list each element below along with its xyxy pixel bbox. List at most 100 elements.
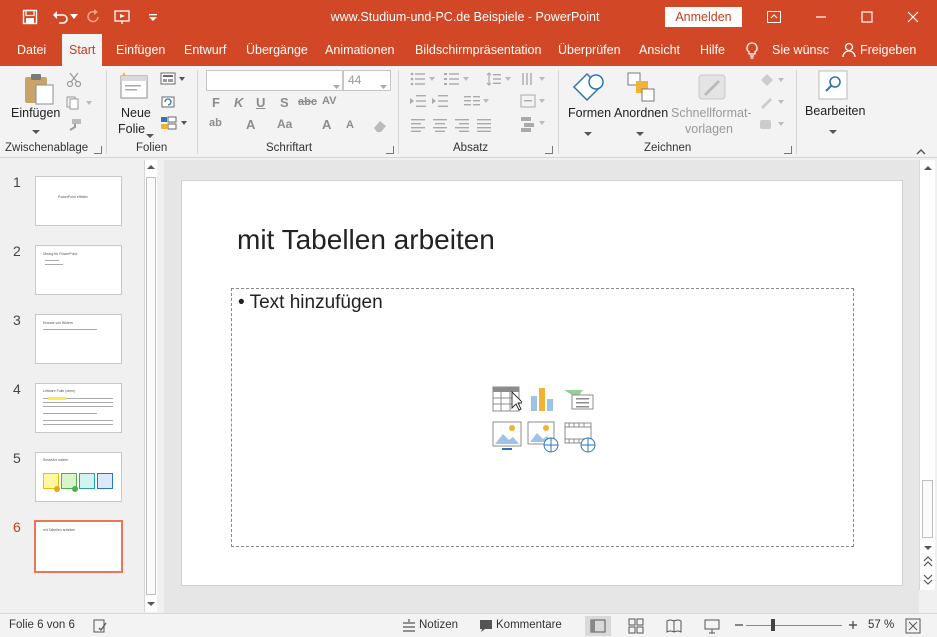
text-direction-icon[interactable] <box>520 72 546 89</box>
slide-thumbnail-2[interactable]: Übung für PowerPoint <box>35 245 122 295</box>
signin-button[interactable]: Anmelden <box>665 7 742 27</box>
paste-icon[interactable] <box>22 72 56 109</box>
bold-icon[interactable]: F <box>212 95 220 110</box>
quick-styles-label-1[interactable]: Schnellformat- <box>671 106 752 120</box>
notes-icon[interactable] <box>402 619 416 636</box>
lightbulb-icon[interactable] <box>745 42 759 62</box>
font-launcher-icon[interactable] <box>386 146 394 154</box>
decrease-font-size-icon[interactable]: A <box>346 119 354 131</box>
new-slide-label-2[interactable]: Folie <box>118 122 145 136</box>
insert-video-icon[interactable] <box>564 421 596 456</box>
spelling-check-icon[interactable] <box>93 619 107 636</box>
clipboard-launcher-icon[interactable] <box>94 146 102 154</box>
normal-view-icon[interactable] <box>585 616 611 636</box>
italic-icon[interactable]: K <box>234 95 243 110</box>
strikethrough-icon[interactable]: abc <box>298 96 317 108</box>
slide-counter[interactable]: Folie 6 von 6 <box>9 619 75 631</box>
minimize-icon[interactable] <box>812 8 830 26</box>
eraser-icon[interactable] <box>372 119 388 136</box>
character-spacing-icon[interactable]: AV <box>322 95 336 107</box>
ribbon-display-options-icon[interactable] <box>765 8 783 26</box>
increase-font-size-icon[interactable]: A <box>322 117 331 132</box>
shape-effects-icon[interactable] <box>758 116 786 135</box>
customize-quick-access-icon[interactable] <box>144 8 162 26</box>
new-slide-icon[interactable] <box>120 72 150 103</box>
quick-styles-icon[interactable] <box>697 71 729 108</box>
edit-dropdown-icon[interactable] <box>829 124 837 138</box>
presentation-start-icon[interactable] <box>114 8 132 26</box>
edit-label[interactable]: Bearbeiten <box>805 104 865 118</box>
scroll-down-icon[interactable] <box>923 542 933 554</box>
increase-indent-icon[interactable] <box>432 94 448 111</box>
comments-button[interactable]: Kommentare <box>496 619 562 631</box>
reading-view-icon[interactable] <box>666 618 682 637</box>
numbering-icon[interactable] <box>444 72 470 89</box>
tab-bildschirmpraesentation[interactable]: Bildschirmpräsentation <box>415 34 541 66</box>
paste-label[interactable]: Einfügen <box>11 106 60 120</box>
scroll-up-icon[interactable] <box>146 161 156 175</box>
zoom-slider-handle[interactable] <box>771 619 775 631</box>
tab-entwurf[interactable]: Entwurf <box>184 34 226 66</box>
font-color-icon[interactable]: A <box>246 117 255 132</box>
clear-formatting-icon[interactable]: ab <box>209 117 222 129</box>
insert-online-picture-icon[interactable] <box>527 421 559 456</box>
undo-dropdown-icon[interactable] <box>69 8 79 26</box>
underline-icon[interactable]: U <box>256 95 265 110</box>
zoom-in-icon[interactable] <box>848 620 858 633</box>
line-spacing-icon[interactable] <box>486 72 512 89</box>
notes-button[interactable]: Notizen <box>419 619 458 631</box>
share-button[interactable]: Freigeben <box>860 34 916 66</box>
next-slide-icon[interactable] <box>923 573 933 587</box>
slide-sorter-icon[interactable] <box>628 618 644 637</box>
fit-to-window-icon[interactable] <box>905 618 921 637</box>
insert-picture-icon[interactable] <box>492 421 522 454</box>
font-size-dropdown-icon[interactable] <box>380 78 387 92</box>
arrange-icon[interactable] <box>626 71 656 108</box>
font-name-combo[interactable] <box>206 70 343 91</box>
quick-styles-label-2[interactable]: vorlagen <box>685 122 733 136</box>
content-placeholder-text[interactable]: • Text hinzufügen <box>238 292 383 314</box>
insert-smartart-icon[interactable] <box>563 386 595 415</box>
cut-icon[interactable] <box>66 72 82 91</box>
layout-icon[interactable] <box>160 72 186 89</box>
zoom-level[interactable]: 57 % <box>868 619 894 631</box>
scrollbar-thumb[interactable] <box>922 480 933 538</box>
scrollbar-thumb[interactable] <box>146 177 156 595</box>
search-icon[interactable] <box>818 70 848 103</box>
maximize-icon[interactable] <box>858 8 876 26</box>
paragraph-launcher-icon[interactable] <box>545 146 553 154</box>
align-center-icon[interactable] <box>432 118 448 135</box>
comments-icon[interactable] <box>479 619 493 636</box>
main-scrollbar[interactable] <box>919 160 935 590</box>
slide-thumbnail-3[interactable]: Einsatz von Bildern <box>35 314 122 364</box>
content-placeholder[interactable] <box>231 288 854 547</box>
arrange-dropdown-icon[interactable] <box>636 126 644 140</box>
tab-animationen[interactable]: Animationen <box>325 34 395 66</box>
tab-datei[interactable]: Datei <box>17 34 46 66</box>
zoom-out-icon[interactable] <box>734 620 744 633</box>
slide-thumbnail-6[interactable]: mit Tabellen arbeiten <box>34 520 123 573</box>
bullets-icon[interactable] <box>410 72 436 89</box>
slide-title[interactable]: mit Tabellen arbeiten <box>237 224 495 256</box>
previous-slide-icon[interactable] <box>923 556 933 570</box>
scroll-up-icon[interactable] <box>923 162 933 174</box>
shapes-dropdown-icon[interactable] <box>584 126 592 140</box>
zoom-slider-track[interactable] <box>746 625 842 626</box>
shapes-icon[interactable] <box>572 71 606 108</box>
align-text-icon[interactable] <box>520 94 546 111</box>
decrease-indent-icon[interactable] <box>410 94 426 111</box>
redo-icon[interactable] <box>85 8 103 26</box>
font-name-dropdown-icon[interactable] <box>333 78 340 92</box>
scroll-down-icon[interactable] <box>146 598 156 610</box>
undo-icon[interactable] <box>52 8 70 26</box>
shape-outline-icon[interactable] <box>758 94 786 113</box>
slideshow-view-icon[interactable] <box>704 618 720 637</box>
format-painter-icon[interactable] <box>66 118 82 135</box>
tell-me-search[interactable]: Sie wünsc <box>772 34 829 66</box>
collapse-ribbon-icon[interactable] <box>916 144 926 158</box>
paste-dropdown-icon[interactable] <box>32 124 40 138</box>
tab-ansicht[interactable]: Ansicht <box>639 34 680 66</box>
justify-icon[interactable] <box>476 118 492 135</box>
tab-einfuegen[interactable]: Einfügen <box>116 34 165 66</box>
copy-icon[interactable] <box>66 96 92 113</box>
